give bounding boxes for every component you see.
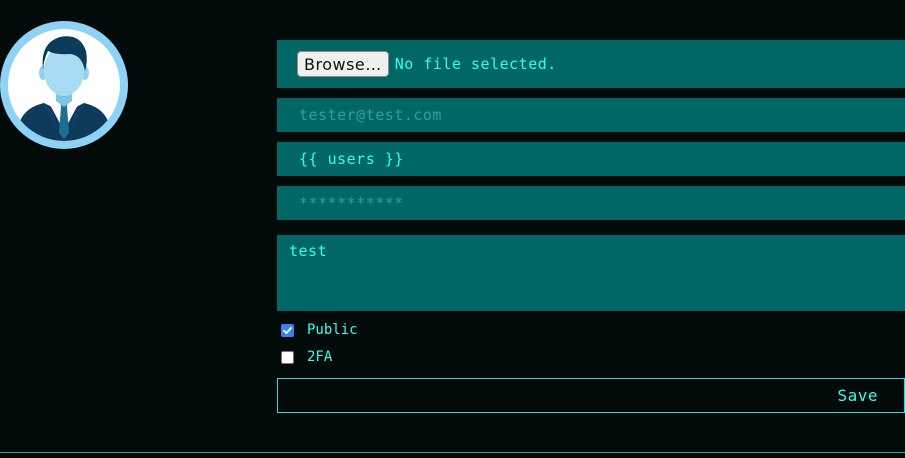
profile-form: Browse… No file selected. tester@test.co… bbox=[277, 40, 905, 413]
footer-divider bbox=[0, 452, 905, 453]
public-checkbox[interactable] bbox=[281, 323, 294, 337]
two-factor-checkbox[interactable] bbox=[281, 350, 294, 364]
email-placeholder: tester@test.com bbox=[299, 106, 442, 124]
password-placeholder: *********** bbox=[299, 194, 404, 212]
password-field[interactable]: *********** bbox=[277, 186, 905, 220]
checkmark-icon bbox=[283, 326, 292, 334]
save-label: Save bbox=[837, 386, 878, 405]
username-field[interactable]: {{ users }} bbox=[277, 142, 905, 176]
public-label: Public bbox=[307, 322, 358, 338]
profile-page: Browse… No file selected. tester@test.co… bbox=[0, 0, 905, 458]
save-button[interactable]: Save bbox=[277, 378, 905, 413]
user-avatar-icon[interactable] bbox=[0, 21, 128, 149]
browse-button[interactable]: Browse… bbox=[297, 51, 389, 77]
bio-textarea[interactable]: test bbox=[277, 235, 905, 311]
bio-value: test bbox=[289, 242, 328, 260]
two-factor-option[interactable]: 2FA bbox=[277, 348, 905, 366]
username-value: {{ users }} bbox=[299, 150, 404, 168]
file-status-text: No file selected. bbox=[394, 55, 557, 73]
file-upload-field[interactable]: Browse… No file selected. bbox=[277, 40, 905, 88]
email-field[interactable]: tester@test.com bbox=[277, 98, 905, 132]
two-factor-label: 2FA bbox=[307, 349, 333, 365]
public-option[interactable]: Public bbox=[277, 321, 905, 339]
